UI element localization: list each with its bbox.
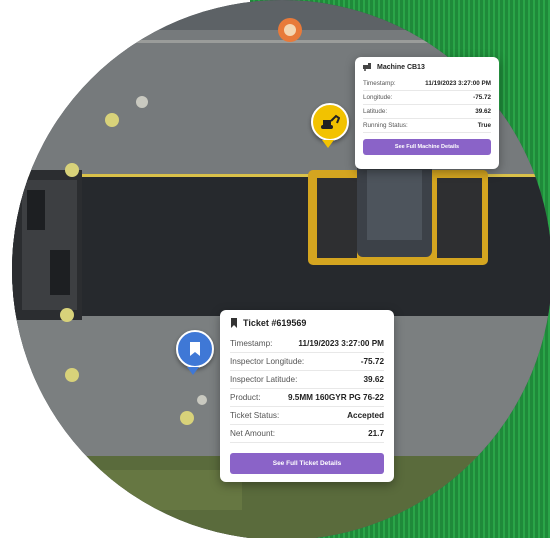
- row-value: True: [477, 122, 491, 129]
- row-value: Accepted: [347, 411, 384, 420]
- row-value: 39.62: [363, 375, 385, 384]
- row-label: Ticket Status:: [230, 411, 280, 420]
- see-full-machine-details-button[interactable]: See Full Machine Details: [363, 139, 491, 155]
- machine-pin-pointer: [322, 140, 334, 148]
- row-label: Latitude:: [363, 108, 388, 115]
- roller-icon: [363, 63, 371, 71]
- row-label: Timestamp:: [363, 80, 396, 87]
- row-label: Product:: [230, 393, 261, 402]
- ticket-card-title: Ticket #619569: [230, 318, 384, 328]
- machine-row-running-status: Running Status: True: [363, 119, 491, 133]
- row-value: -75.72: [473, 94, 491, 101]
- ticket-info-card: Ticket #619569 Timestamp: 11/19/2023 3:2…: [220, 310, 394, 482]
- see-full-ticket-details-button[interactable]: See Full Ticket Details: [230, 453, 384, 474]
- row-label: Timestamp:: [230, 339, 273, 348]
- machine-map-pin[interactable]: [311, 103, 349, 141]
- ticket-row-inspector-latitude: Inspector Latitude: 39.62: [230, 371, 384, 389]
- row-value: -75.72: [360, 357, 384, 366]
- ticket-row-status: Ticket Status: Accepted: [230, 407, 384, 425]
- ticket-row-product: Product: 9.5MM 160GYR PG 76-22: [230, 389, 384, 407]
- row-label: Inspector Latitude:: [230, 375, 298, 384]
- ticket-row-inspector-longitude: Inspector Longitude: -75.72: [230, 353, 384, 371]
- ticket-row-timestamp: Timestamp: 11/19/2023 3:27:00 PM: [230, 335, 384, 353]
- hero-graphic: Machine CB13 Timestamp: 11/19/2023 3:27:…: [0, 0, 550, 538]
- machine-card-title-text: Machine CB13: [377, 63, 425, 71]
- machine-row-latitude: Latitude: 39.62: [363, 105, 491, 119]
- bookmark-icon: [231, 318, 237, 328]
- ticket-card-title-text: Ticket #619569: [243, 318, 307, 328]
- ticket-row-net-amount: Net Amount: 21.7: [230, 425, 384, 443]
- machine-info-card: Machine CB13 Timestamp: 11/19/2023 3:27:…: [355, 57, 499, 169]
- excavator-icon: [321, 114, 340, 129]
- machine-row-timestamp: Timestamp: 11/19/2023 3:27:00 PM: [363, 77, 491, 91]
- ticket-pin-pointer: [187, 367, 199, 375]
- row-value: 11/19/2023 3:27:00 PM: [425, 80, 491, 87]
- ticket-map-pin[interactable]: [176, 330, 214, 368]
- row-label: Net Amount:: [230, 429, 276, 438]
- machine-row-longitude: Longitude: -75.72: [363, 91, 491, 105]
- row-value: 9.5MM 160GYR PG 76-22: [287, 393, 384, 402]
- row-value: 39.62: [475, 108, 491, 115]
- row-label: Longitude:: [363, 94, 393, 101]
- row-label: Inspector Longitude:: [230, 357, 305, 366]
- row-value: 21.7: [368, 429, 384, 438]
- row-value: 11/19/2023 3:27:00 PM: [298, 339, 384, 348]
- bookmark-icon: [190, 342, 200, 356]
- row-label: Running Status:: [363, 122, 408, 129]
- machine-card-title: Machine CB13: [363, 63, 491, 71]
